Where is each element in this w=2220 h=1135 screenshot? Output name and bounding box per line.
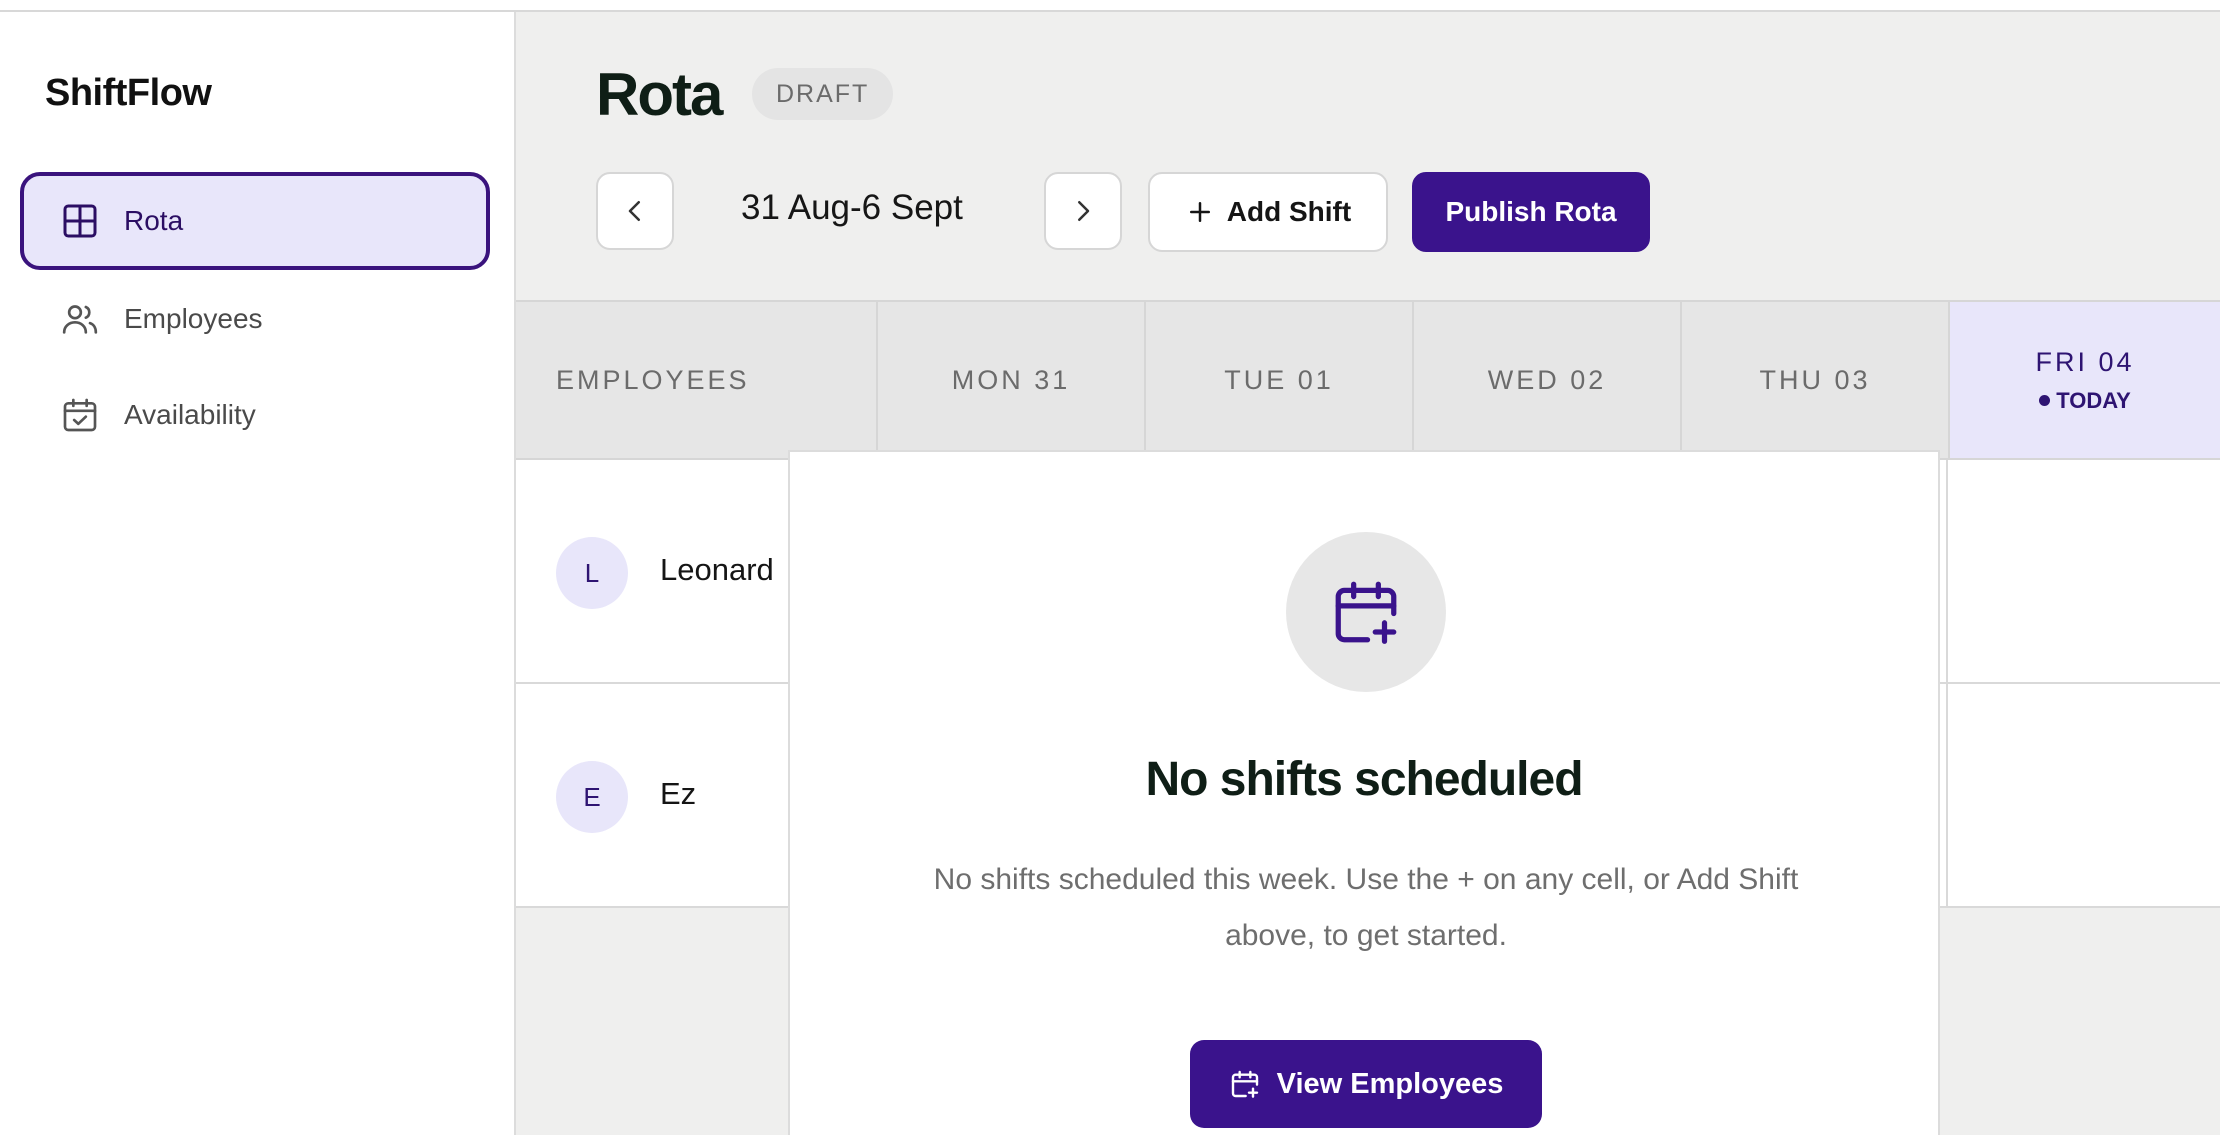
publish-rota-label: Publish Rota xyxy=(1445,196,1617,227)
plus-icon xyxy=(1189,202,1210,222)
employee-name: Leonard xyxy=(660,552,774,587)
today-label: TODAY xyxy=(2056,387,2131,413)
today-dot-icon xyxy=(2039,395,2051,406)
sidebar-item-label: Availability xyxy=(124,399,256,430)
day-header-fri-label: FRI 04 xyxy=(2035,346,2135,377)
employee-name: Ez xyxy=(660,776,697,811)
next-week-button[interactable] xyxy=(1044,172,1122,250)
date-range-label: 31 Aug-6 Sept xyxy=(741,188,963,227)
calendar-check-icon xyxy=(63,398,97,432)
column-divider xyxy=(1946,460,1948,684)
day-header-thu: THU 03 xyxy=(1682,302,1950,458)
users-icon xyxy=(62,305,98,334)
day-header-mon: MON 31 xyxy=(878,302,1146,458)
sidebar-item-rota[interactable]: Rota xyxy=(20,172,490,270)
previous-week-button[interactable] xyxy=(596,172,674,250)
calendar-plus-icon xyxy=(1335,581,1397,644)
main-content: Rota DRAFT 31 Aug-6 Sept Add Shift Publi… xyxy=(516,12,2220,1135)
view-employees-label: View Employees xyxy=(1276,1067,1504,1100)
sidebar-item-label: Employees xyxy=(124,303,263,334)
empty-state-icon-circle xyxy=(1286,532,1446,692)
sidebar: ShiftFlow Rota Employees Availability xyxy=(0,12,516,1135)
add-shift-label: Add Shift xyxy=(1226,196,1352,227)
day-header-fri-today: FRI 04 TODAY xyxy=(1950,302,2220,458)
add-shift-button[interactable]: Add Shift xyxy=(1148,172,1388,252)
sidebar-item-employees[interactable]: Employees xyxy=(20,270,490,368)
sidebar-item-label: Rota xyxy=(124,205,184,236)
chevron-left-icon xyxy=(628,201,640,221)
avatar: E xyxy=(556,761,628,833)
publish-rota-button[interactable]: Publish Rota xyxy=(1412,172,1650,252)
empty-state-title: No shifts scheduled xyxy=(1145,753,1583,806)
column-divider xyxy=(1946,684,1948,908)
view-employees-button[interactable]: View Employees xyxy=(1190,1040,1542,1128)
window-top-edge xyxy=(0,0,2220,12)
day-header-tue: TUE 01 xyxy=(1146,302,1414,458)
today-indicator: TODAY xyxy=(2039,388,2131,414)
sidebar-item-availability[interactable]: Availability xyxy=(20,366,490,464)
status-badge: DRAFT xyxy=(752,68,894,120)
empty-state-panel: No shifts scheduled No shifts scheduled … xyxy=(788,450,1940,1135)
employees-column-header: EMPLOYEES xyxy=(516,302,878,458)
day-header-wed: WED 02 xyxy=(1414,302,1682,458)
empty-state-message: No shifts scheduled this week. Use the +… xyxy=(933,863,1799,952)
page-title: Rota xyxy=(596,61,723,128)
chevron-right-icon xyxy=(1078,201,1090,221)
avatar: L xyxy=(556,537,628,609)
rota-grid-header: EMPLOYEES MON 31 TUE 01 WED 02 THU 03 FR… xyxy=(516,300,2220,460)
calendar-plus-icon xyxy=(1231,1070,1258,1098)
app-logo-text: ShiftFlow xyxy=(45,72,212,114)
grid-icon xyxy=(63,204,97,238)
